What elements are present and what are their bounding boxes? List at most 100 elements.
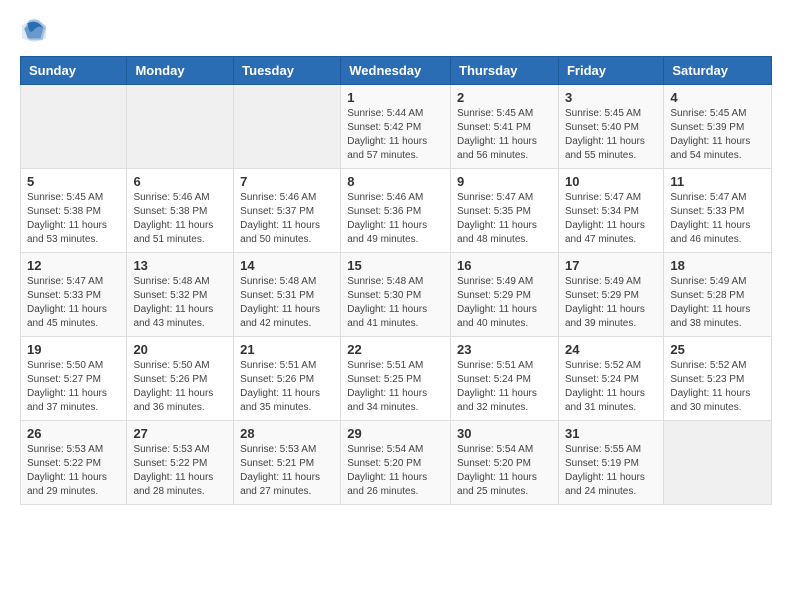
day-number: 15 xyxy=(347,258,444,273)
day-number: 4 xyxy=(670,90,765,105)
day-cell: 19Sunrise: 5:50 AM Sunset: 5:27 PM Dayli… xyxy=(21,337,127,421)
day-number: 30 xyxy=(457,426,552,441)
day-cell: 28 Sunrise: 5:53 AM Sunset: 5:21 PM Dayli… xyxy=(234,421,341,505)
day-number: 22 xyxy=(347,342,444,357)
day-number: 27 xyxy=(133,426,227,441)
day-cell xyxy=(664,421,772,505)
week-row-1: 5 Sunrise: 5:45 AM Sunset: 5:38 PM Daylig… xyxy=(21,169,772,253)
weekday-header-wednesday: Wednesday xyxy=(341,57,451,85)
weekday-header-friday: Friday xyxy=(558,57,663,85)
day-cell: 27Sunrise: 5:53 AM Sunset: 5:22 PM Dayli… xyxy=(127,421,234,505)
day-info: Sunrise: 5:50 AM Sunset: 5:27 PM Dayligh… xyxy=(27,359,120,415)
day-cell: 17 Sunrise: 5:49 AM Sunset: 5:29 PM Dayli… xyxy=(558,253,663,337)
day-number: 9 xyxy=(457,174,552,189)
day-number: 28 xyxy=(240,426,334,441)
day-info: Sunrise: 5:46 AM Sunset: 5:36 PM Dayligh… xyxy=(347,191,444,247)
day-info: Sunrise: 5:48 AM Sunset: 5:32 PM Dayligh… xyxy=(133,275,227,331)
day-cell: 8 Sunrise: 5:46 AM Sunset: 5:36 PM Daylig… xyxy=(341,169,451,253)
day-cell: 25 Sunrise: 5:52 AM Sunset: 5:23 PM Dayli… xyxy=(664,337,772,421)
logo xyxy=(20,16,50,44)
day-info: Sunrise: 5:49 AM Sunset: 5:28 PM Dayligh… xyxy=(670,275,765,331)
day-info: Sunrise: 5:50 AM Sunset: 5:26 PM Dayligh… xyxy=(133,359,227,415)
day-info: Sunrise: 5:46 AM Sunset: 5:37 PM Dayligh… xyxy=(240,191,334,247)
day-cell: 18 Sunrise: 5:49 AM Sunset: 5:28 PM Dayli… xyxy=(664,253,772,337)
day-number: 17 xyxy=(565,258,657,273)
day-number: 10 xyxy=(565,174,657,189)
day-number: 3 xyxy=(565,90,657,105)
day-number: 8 xyxy=(347,174,444,189)
logo-icon xyxy=(20,16,48,44)
day-cell: 16Sunrise: 5:49 AM Sunset: 5:29 PM Dayli… xyxy=(451,253,559,337)
day-number: 20 xyxy=(133,342,227,357)
week-row-4: 26 Sunrise: 5:53 AM Sunset: 5:22 PM Dayli… xyxy=(21,421,772,505)
day-info: Sunrise: 5:52 AM Sunset: 5:23 PM Dayligh… xyxy=(670,359,765,415)
day-info: Sunrise: 5:54 AM Sunset: 5:20 PM Dayligh… xyxy=(457,443,552,499)
day-cell: 22 Sunrise: 5:51 AM Sunset: 5:25 PM Dayli… xyxy=(341,337,451,421)
day-number: 25 xyxy=(670,342,765,357)
day-info: Sunrise: 5:45 AM Sunset: 5:40 PM Dayligh… xyxy=(565,107,657,163)
day-number: 2 xyxy=(457,90,552,105)
day-cell: 3 Sunrise: 5:45 AM Sunset: 5:40 PM Daylig… xyxy=(558,85,663,169)
day-info: Sunrise: 5:45 AM Sunset: 5:39 PM Dayligh… xyxy=(670,107,765,163)
day-number: 29 xyxy=(347,426,444,441)
day-number: 18 xyxy=(670,258,765,273)
day-number: 23 xyxy=(457,342,552,357)
calendar: SundayMondayTuesdayWednesdayThursdayFrid… xyxy=(20,56,772,505)
day-number: 5 xyxy=(27,174,120,189)
weekday-header-thursday: Thursday xyxy=(451,57,559,85)
day-cell: 1 Sunrise: 5:44 AM Sunset: 5:42 PM Daylig… xyxy=(341,85,451,169)
week-row-0: 1 Sunrise: 5:44 AM Sunset: 5:42 PM Daylig… xyxy=(21,85,772,169)
day-info: Sunrise: 5:51 AM Sunset: 5:24 PM Dayligh… xyxy=(457,359,552,415)
day-info: Sunrise: 5:48 AM Sunset: 5:30 PM Dayligh… xyxy=(347,275,444,331)
day-cell: 10Sunrise: 5:47 AM Sunset: 5:34 PM Dayli… xyxy=(558,169,663,253)
day-cell: 26 Sunrise: 5:53 AM Sunset: 5:22 PM Dayli… xyxy=(21,421,127,505)
day-cell: 23 Sunrise: 5:51 AM Sunset: 5:24 PM Dayli… xyxy=(451,337,559,421)
day-info: Sunrise: 5:45 AM Sunset: 5:41 PM Dayligh… xyxy=(457,107,552,163)
day-number: 1 xyxy=(347,90,444,105)
day-cell: 31 Sunrise: 5:55 AM Sunset: 5:19 PM Dayli… xyxy=(558,421,663,505)
day-cell xyxy=(21,85,127,169)
day-info: Sunrise: 5:45 AM Sunset: 5:38 PM Dayligh… xyxy=(27,191,120,247)
day-cell: 29Sunrise: 5:54 AM Sunset: 5:20 PM Dayli… xyxy=(341,421,451,505)
day-number: 24 xyxy=(565,342,657,357)
day-info: Sunrise: 5:49 AM Sunset: 5:29 PM Dayligh… xyxy=(565,275,657,331)
day-number: 11 xyxy=(670,174,765,189)
day-cell: 20 Sunrise: 5:50 AM Sunset: 5:26 PM Dayli… xyxy=(127,337,234,421)
day-info: Sunrise: 5:51 AM Sunset: 5:25 PM Dayligh… xyxy=(347,359,444,415)
day-info: Sunrise: 5:48 AM Sunset: 5:31 PM Dayligh… xyxy=(240,275,334,331)
weekday-header-row: SundayMondayTuesdayWednesdayThursdayFrid… xyxy=(21,57,772,85)
day-cell: 30 Sunrise: 5:54 AM Sunset: 5:20 PM Dayli… xyxy=(451,421,559,505)
day-info: Sunrise: 5:47 AM Sunset: 5:33 PM Dayligh… xyxy=(670,191,765,247)
day-info: Sunrise: 5:49 AM Sunset: 5:29 PM Dayligh… xyxy=(457,275,552,331)
day-info: Sunrise: 5:53 AM Sunset: 5:21 PM Dayligh… xyxy=(240,443,334,499)
day-cell: 4 Sunrise: 5:45 AM Sunset: 5:39 PM Daylig… xyxy=(664,85,772,169)
day-number: 12 xyxy=(27,258,120,273)
day-info: Sunrise: 5:47 AM Sunset: 5:35 PM Dayligh… xyxy=(457,191,552,247)
weekday-header-tuesday: Tuesday xyxy=(234,57,341,85)
weekday-header-sunday: Sunday xyxy=(21,57,127,85)
day-cell: 15 Sunrise: 5:48 AM Sunset: 5:30 PM Dayli… xyxy=(341,253,451,337)
weekday-header-monday: Monday xyxy=(127,57,234,85)
day-info: Sunrise: 5:46 AM Sunset: 5:38 PM Dayligh… xyxy=(133,191,227,247)
day-cell: 7 Sunrise: 5:46 AM Sunset: 5:37 PM Daylig… xyxy=(234,169,341,253)
day-cell xyxy=(127,85,234,169)
day-cell: 2 Sunrise: 5:45 AM Sunset: 5:41 PM Daylig… xyxy=(451,85,559,169)
day-info: Sunrise: 5:44 AM Sunset: 5:42 PM Dayligh… xyxy=(347,107,444,163)
day-number: 7 xyxy=(240,174,334,189)
page: SundayMondayTuesdayWednesdayThursdayFrid… xyxy=(0,0,792,525)
day-number: 21 xyxy=(240,342,334,357)
day-number: 31 xyxy=(565,426,657,441)
day-number: 13 xyxy=(133,258,227,273)
day-cell: 6 Sunrise: 5:46 AM Sunset: 5:38 PM Daylig… xyxy=(127,169,234,253)
day-number: 6 xyxy=(133,174,227,189)
weekday-header-saturday: Saturday xyxy=(664,57,772,85)
day-info: Sunrise: 5:51 AM Sunset: 5:26 PM Dayligh… xyxy=(240,359,334,415)
day-info: Sunrise: 5:55 AM Sunset: 5:19 PM Dayligh… xyxy=(565,443,657,499)
day-cell: 12Sunrise: 5:47 AM Sunset: 5:33 PM Dayli… xyxy=(21,253,127,337)
day-info: Sunrise: 5:52 AM Sunset: 5:24 PM Dayligh… xyxy=(565,359,657,415)
day-cell: 5 Sunrise: 5:45 AM Sunset: 5:38 PM Daylig… xyxy=(21,169,127,253)
day-info: Sunrise: 5:53 AM Sunset: 5:22 PM Dayligh… xyxy=(27,443,120,499)
day-cell: 14Sunrise: 5:48 AM Sunset: 5:31 PM Dayli… xyxy=(234,253,341,337)
day-cell: 21 Sunrise: 5:51 AM Sunset: 5:26 PM Dayli… xyxy=(234,337,341,421)
day-number: 26 xyxy=(27,426,120,441)
